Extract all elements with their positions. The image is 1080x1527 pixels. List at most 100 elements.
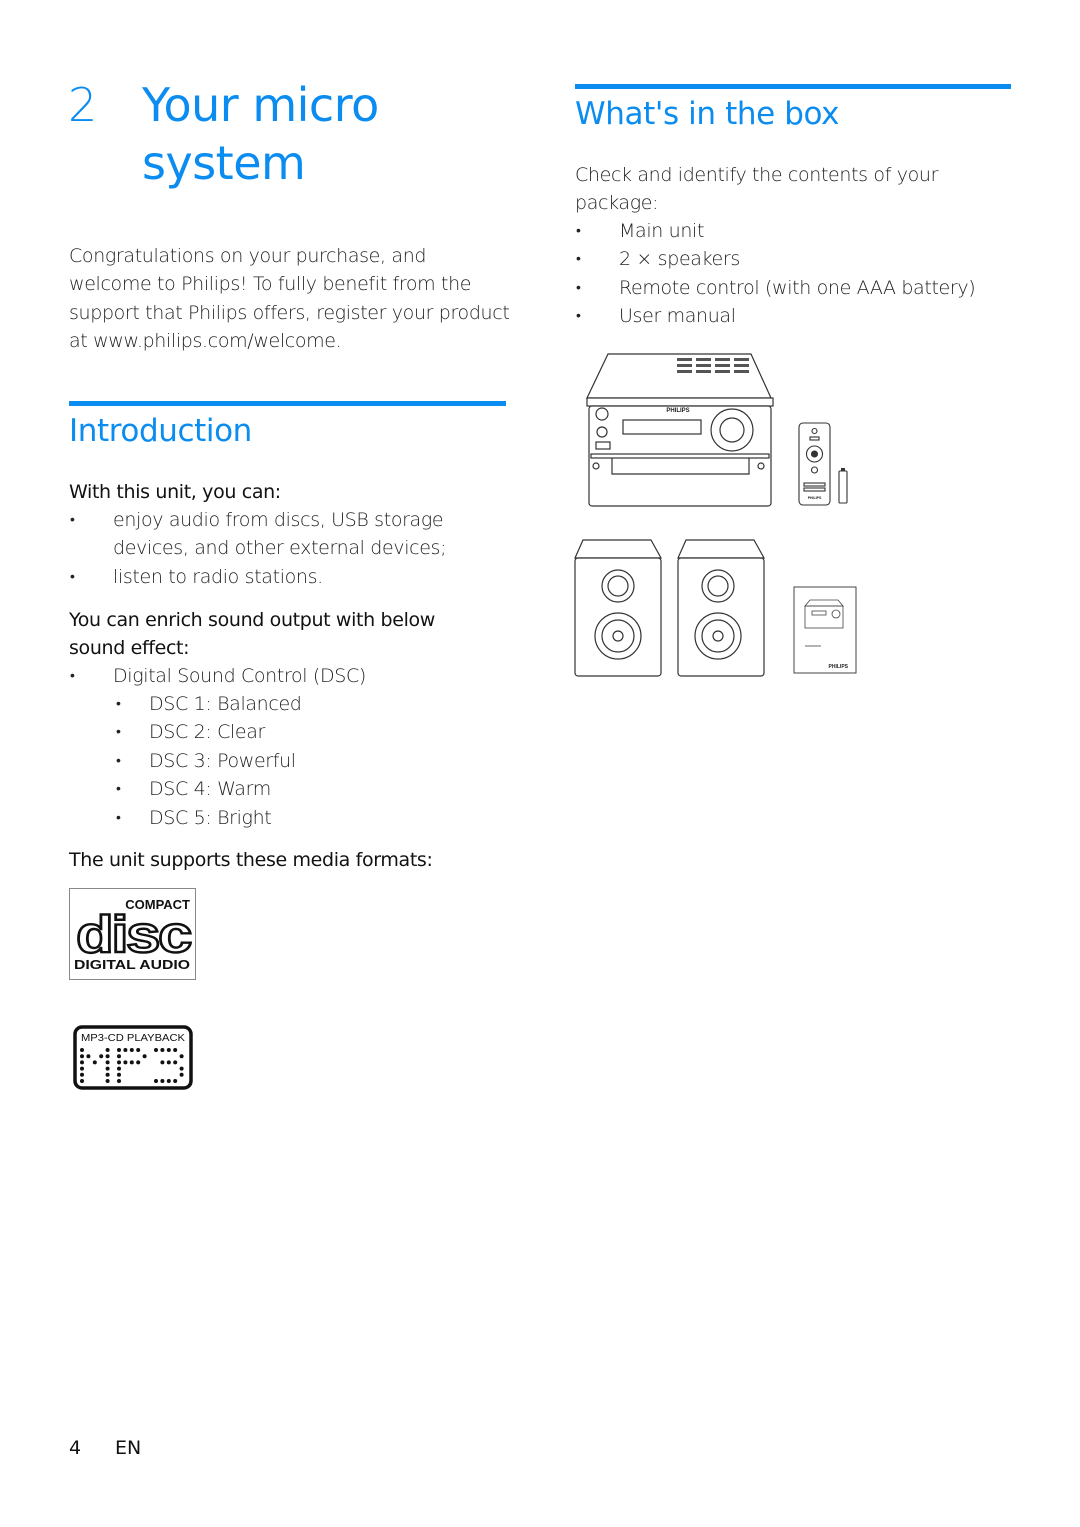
mp3-dot xyxy=(99,1054,104,1059)
mp3-dot xyxy=(179,1066,184,1071)
lead-line: You can enrich sound output with below xyxy=(69,609,435,631)
chapter-number: 2 xyxy=(68,78,97,132)
compact-disc-logo-graphic: COMPACT disc DIGITAL AUDIO xyxy=(74,897,194,972)
mp3-dot xyxy=(105,1079,110,1083)
page-number: 4 xyxy=(69,1437,82,1459)
sound-effect-lead: You can enrich sound output with below s… xyxy=(69,606,519,662)
mp3-dot xyxy=(166,1079,171,1083)
list-item: 2 × speakers xyxy=(575,245,1015,274)
mp3-dot xyxy=(173,1060,178,1065)
mp3-dot xyxy=(123,1048,128,1052)
mp3-dot xyxy=(129,1048,134,1052)
mp3-dot xyxy=(154,1048,158,1052)
intro-line: Check and identify the contents of your xyxy=(575,164,939,186)
mp3-dot xyxy=(166,1048,171,1052)
dsc-modes-list: DSC 1: Balanced DSC 2: Clear DSC 3: Powe… xyxy=(113,690,513,832)
chapter-title-line-2: system xyxy=(142,136,306,190)
mp3-dot xyxy=(92,1060,97,1065)
mp3-dot xyxy=(105,1054,110,1059)
language-code: EN xyxy=(115,1437,142,1459)
list-item-line: devices, and other external devices; xyxy=(113,537,447,560)
introduction-heading: Introduction xyxy=(69,413,252,449)
list-item: Remote control (with one AAA battery) xyxy=(575,274,1015,303)
manual-brand: PHILIPS xyxy=(829,664,849,670)
list-item: listen to radio stations. xyxy=(69,563,519,592)
lead-line: sound effect: xyxy=(69,637,190,659)
mp3-dot xyxy=(166,1060,171,1065)
list-item: Main unit xyxy=(575,217,1015,246)
mp3-dot xyxy=(80,1048,84,1052)
mp3-dot xyxy=(80,1072,84,1077)
intro-line: support that Philips offers, register yo… xyxy=(69,301,510,324)
mp3-dot xyxy=(123,1060,128,1065)
mp3-dot xyxy=(80,1054,84,1059)
mp3-dot xyxy=(117,1054,121,1059)
speakers-illustration xyxy=(574,539,766,677)
mp3-dot xyxy=(173,1079,178,1083)
intro-line: welcome to Philips! To fully benefit fro… xyxy=(69,273,472,296)
whats-in-box-intro: Check and identify the contents of your … xyxy=(575,161,1015,218)
intro-line: package: xyxy=(575,192,659,215)
list-item-line: listen to radio stations. xyxy=(113,565,323,588)
mp3-dot xyxy=(80,1066,84,1071)
main-unit-brand: PHILIPS xyxy=(666,408,689,414)
mp3-dot xyxy=(142,1054,147,1059)
chapter-title: Your micro system xyxy=(142,76,379,192)
list-item: User manual xyxy=(575,302,1015,331)
mp3-dot xyxy=(160,1079,165,1083)
list-item: DSC 4: Warm xyxy=(113,775,513,804)
mp3-dot xyxy=(160,1048,165,1052)
chapter-title-line-1: Your micro xyxy=(142,78,379,132)
list-item: Digital Sound Control (DSC) xyxy=(69,662,519,691)
mp3-dot xyxy=(129,1060,134,1065)
mp3-dot xyxy=(117,1048,121,1052)
mp3-dot xyxy=(86,1054,91,1059)
media-formats-lead: The unit supports these media formats: xyxy=(69,849,433,871)
mp3-dot xyxy=(160,1060,165,1065)
mp3-dot xyxy=(173,1048,178,1052)
main-unit-illustration: PHILIPS xyxy=(586,353,774,507)
mp3-dot xyxy=(117,1072,121,1077)
box-contents-list: Main unit 2 × speakers Remote control (w… xyxy=(575,217,1015,331)
mp3-dot xyxy=(179,1054,184,1059)
features-lead: With this unit, you can: xyxy=(69,481,281,503)
speaker-left xyxy=(574,539,663,677)
battery-terminal xyxy=(841,468,845,471)
remote-brand: PHILIPS xyxy=(808,496,822,500)
remote-control-illustration: PHILIPS xyxy=(798,422,848,506)
speaker-right xyxy=(677,539,766,677)
list-item-line: enjoy audio from discs, USB storage xyxy=(113,509,444,531)
mp3-dot xyxy=(136,1048,141,1052)
compact-disc-logo: COMPACT disc DIGITAL AUDIO xyxy=(69,888,196,980)
list-item-label: Digital Sound Control (DSC) xyxy=(113,665,366,687)
mp3-dot xyxy=(117,1060,121,1065)
mp3-dot xyxy=(179,1072,184,1077)
intro-line: at www.philips.com/welcome. xyxy=(69,330,342,353)
mp3-dot xyxy=(105,1072,110,1077)
mp3-dot xyxy=(117,1079,121,1083)
mp3-dot xyxy=(136,1060,141,1065)
cd-logo-bottom: DIGITAL AUDIO xyxy=(74,958,190,972)
mp3-cd-logo-graphic: MP3-CD PLAYBACK xyxy=(73,1025,193,1090)
section-rule xyxy=(69,401,506,406)
mp3-dot xyxy=(105,1066,110,1071)
intro-line: Congratulations on your purchase, and xyxy=(69,245,427,267)
whats-in-box-heading: What's in the box xyxy=(575,96,840,132)
mp3-dot xyxy=(80,1079,84,1083)
list-item: DSC 3: Powerful xyxy=(113,747,513,776)
mp3-dot xyxy=(80,1060,84,1065)
features-list: enjoy audio from discs, USB storage devi… xyxy=(69,506,519,592)
section-rule xyxy=(575,84,1011,89)
mp3-logo-top: MP3-CD PLAYBACK xyxy=(81,1032,185,1044)
mp3-cd-logo: MP3-CD PLAYBACK xyxy=(73,1025,193,1090)
mp3-dot xyxy=(105,1048,110,1052)
cd-logo-middle: disc xyxy=(76,906,191,964)
list-item: DSC 5: Bright xyxy=(113,804,513,833)
list-item: DSC 1: Balanced xyxy=(113,690,513,719)
list-item: DSC 2: Clear xyxy=(113,718,513,747)
mp3-dot xyxy=(154,1079,158,1083)
mp3-dot xyxy=(117,1066,121,1071)
mp3-dot xyxy=(105,1060,110,1065)
intro-paragraph: Congratulations on your purchase, and we… xyxy=(69,242,519,356)
list-item: enjoy audio from discs, USB storage devi… xyxy=(69,506,519,563)
